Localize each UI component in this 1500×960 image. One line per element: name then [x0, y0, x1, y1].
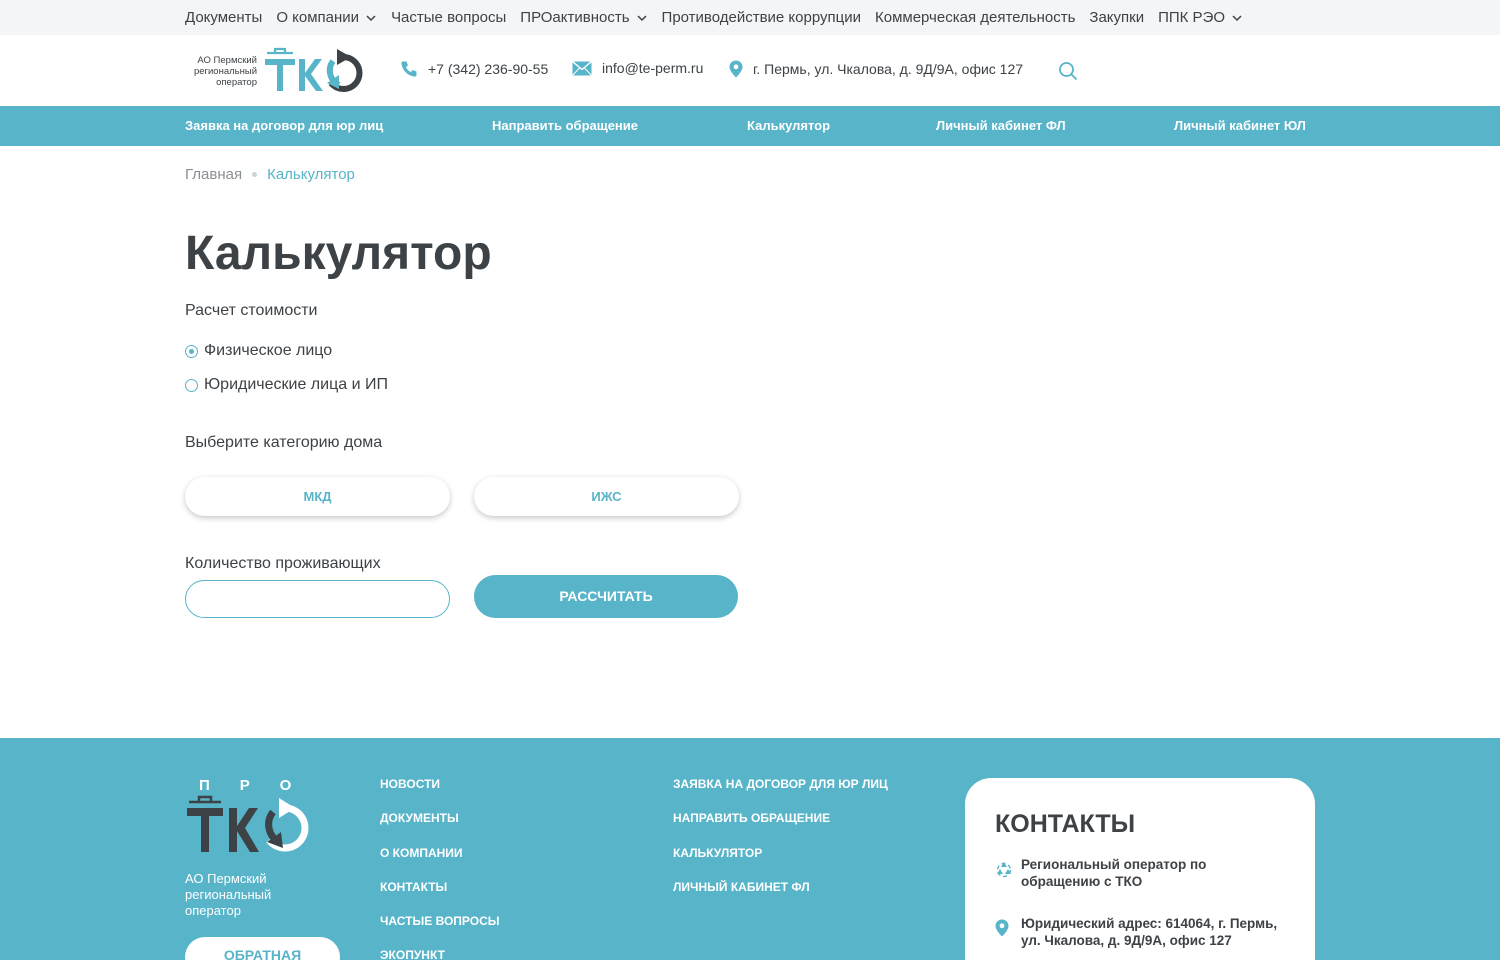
top-nav-label: Частые вопросы	[391, 9, 507, 26]
pro-tko-logo-icon: ПРО	[187, 777, 321, 852]
top-nav-label: Коммерческая деятельность	[875, 9, 1076, 26]
top-nav-ppk-reo[interactable]: ППК РЭО	[1158, 9, 1243, 26]
footer-link-news[interactable]: НОВОСТИ	[380, 776, 500, 810]
phone-icon	[401, 61, 417, 77]
footer-link-about[interactable]: О КОМПАНИИ	[380, 845, 500, 879]
header-phone[interactable]: +7 (342) 236-90-55	[400, 60, 548, 78]
location-pin-icon	[995, 915, 1013, 949]
residents-label: Количество проживающих	[185, 555, 381, 572]
top-nav-documents[interactable]: Документы	[185, 9, 262, 26]
radio-button[interactable]	[185, 378, 198, 392]
top-nav-label: Противодействие коррупции	[661, 9, 861, 26]
recycle-icon	[995, 856, 1013, 890]
top-nav-label: Документы	[185, 9, 263, 26]
chevron-down-icon	[637, 14, 647, 21]
chevron-down-icon	[366, 14, 376, 21]
top-nav: Документы О компании Частые вопросы ПРОа…	[185, 0, 1243, 35]
legal-address-text: Юридический адрес: 614064, г. Пермь, ул.…	[1021, 916, 1278, 948]
mail-icon	[572, 60, 592, 76]
radio-individual[interactable]: Физическое лицо	[185, 342, 332, 360]
radio-legal-entity[interactable]: Юридические лица и ИП	[185, 376, 388, 394]
footer-link-calculator[interactable]: КАЛЬКУЛЯТОР	[673, 845, 888, 879]
top-nav-purchases[interactable]: Закупки	[1089, 9, 1144, 26]
contact-legal-address: Юридический адрес: 614064, г. Пермь, ул.…	[995, 915, 1285, 949]
top-nav-commercial[interactable]: Коммерческая деятельность	[875, 9, 1075, 26]
search-icon[interactable]	[1058, 61, 1078, 81]
phone-number: +7 (342) 236-90-55	[428, 61, 549, 77]
feedback-button[interactable]: ОБРАТНАЯ	[185, 937, 340, 960]
calculate-button[interactable]: РАССЧИТАТЬ	[474, 575, 738, 618]
house-category-label: Выберите категорию дома	[185, 434, 383, 451]
contacts-title: КОНТАКТЫ	[995, 810, 1136, 838]
footer-logo[interactable]: ПРО	[185, 776, 325, 866]
menu-calculator[interactable]: Калькулятор	[747, 106, 830, 146]
contact-operator: Региональный оператор по обращению с ТКО	[995, 856, 1285, 890]
footer-link-contacts[interactable]: КОНТАКТЫ	[380, 879, 500, 913]
residents-input[interactable]	[185, 580, 450, 618]
footer-link-faq[interactable]: ЧАСТЫЕ ВОПРОСЫ	[380, 913, 500, 947]
menu-cabinet-legal[interactable]: Личный кабинет ЮЛ	[1174, 106, 1306, 146]
operator-text: Региональный оператор по обращению с ТКО	[1021, 857, 1207, 889]
site-header: АО Пермский региональный оператор +7 (34…	[0, 35, 1500, 106]
email-address: info@te-perm.ru	[602, 60, 704, 76]
top-nav-anticorruption[interactable]: Противодействие коррупции	[662, 9, 861, 26]
breadcrumb-current: Калькулятор	[267, 166, 355, 183]
footer-link-ecopoint[interactable]: ЭКОПУНКТ	[380, 947, 500, 960]
cost-label: Расчет стоимости	[185, 302, 318, 319]
radio-label: Физическое лицо	[204, 342, 333, 359]
footer-link-documents[interactable]: ДОКУМЕНТЫ	[380, 810, 500, 844]
top-nav-label: ПРОактивность	[520, 9, 630, 26]
footer-links-col1: НОВОСТИ ДОКУМЕНТЫ О КОМПАНИИ КОНТАКТЫ ЧА…	[380, 776, 500, 960]
category-mkd-button[interactable]: МКД	[185, 477, 450, 516]
logo-caption: АО Пермский региональный оператор	[193, 55, 257, 88]
top-nav-proactivity[interactable]: ПРОактивность	[520, 9, 647, 26]
address-text: г. Пермь, ул. Чкалова, д. 9Д/9А, офис 12…	[753, 61, 1024, 77]
menu-send-appeal[interactable]: Направить обращение	[492, 106, 638, 146]
radio-button-checked[interactable]	[185, 344, 198, 358]
top-nav-label: ППК РЭО	[1158, 9, 1226, 26]
footer-org-name: АО Пермский региональный оператор	[185, 871, 272, 918]
header-email[interactable]: info@te-perm.ru	[572, 60, 703, 76]
menu-cabinet-individual[interactable]: Личный кабинет ФЛ	[936, 106, 1066, 146]
tko-logo-icon	[265, 47, 363, 92]
top-bar: Документы О компании Частые вопросы ПРОа…	[0, 0, 1500, 35]
chevron-down-icon	[1232, 14, 1242, 21]
location-pin-icon	[729, 60, 743, 78]
top-nav-about[interactable]: О компании	[276, 9, 377, 26]
breadcrumb-home[interactable]: Главная	[185, 166, 242, 183]
footer-links-col2: ЗАЯВКА НА ДОГОВОР ДЛЯ ЮР ЛИЦ НАПРАВИТЬ О…	[673, 776, 888, 913]
top-nav-faq[interactable]: Частые вопросы	[391, 9, 506, 26]
top-nav-label: Закупки	[1089, 9, 1145, 26]
site-logo[interactable]: АО Пермский региональный оператор	[185, 45, 371, 97]
footer-link-contract-request[interactable]: ЗАЯВКА НА ДОГОВОР ДЛЯ ЮР ЛИЦ	[673, 776, 888, 810]
radio-label: Юридические лица и ИП	[204, 376, 388, 393]
footer-link-send-appeal[interactable]: НАПРАВИТЬ ОБРАЩЕНИЕ	[673, 810, 888, 844]
page-title: Калькулятор	[185, 227, 492, 280]
footer-link-cabinet-individual[interactable]: ЛИЧНЫЙ КАБИНЕТ ФЛ	[673, 879, 888, 913]
top-nav-label: О компании	[276, 9, 360, 26]
main-menu: Заявка на договор для юр лиц Направить о…	[0, 106, 1500, 146]
footer-logo-top: ПРО	[199, 777, 321, 794]
contacts-card: КОНТАКТЫ Региональный оператор по обраще…	[965, 778, 1315, 960]
category-izhs-button[interactable]: ИЖС	[474, 477, 739, 516]
menu-contract-request[interactable]: Заявка на договор для юр лиц	[185, 106, 383, 146]
header-address: г. Пермь, ул. Чкалова, д. 9Д/9А, офис 12…	[729, 60, 1023, 78]
site-footer: ПРО АО Пермский региональный оператор ОБ…	[0, 738, 1500, 960]
breadcrumb: Главная Калькулятор	[185, 166, 355, 183]
breadcrumb-separator	[252, 172, 258, 177]
